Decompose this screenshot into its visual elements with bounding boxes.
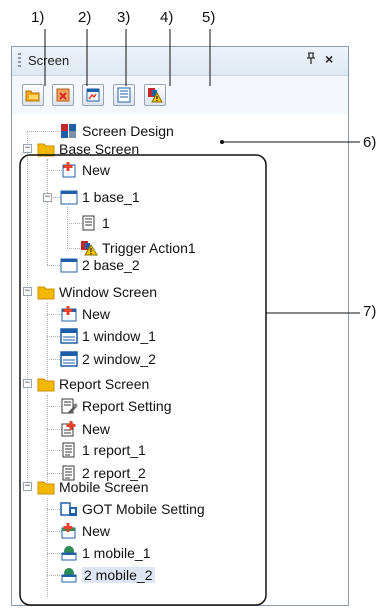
tree-highlight-box [19,154,267,606]
annotation-overlay [19,29,360,606]
leader-dot-6 [220,140,224,144]
